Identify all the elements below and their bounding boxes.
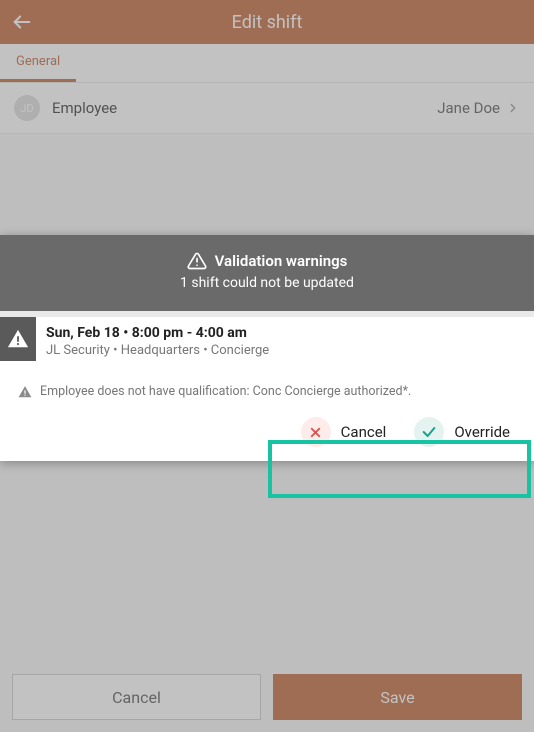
check-icon (421, 424, 437, 440)
modal-header: Validation warnings 1 shift could not be… (0, 235, 534, 311)
shift-subtitle: JL Security • Headquarters • Concierge (46, 343, 269, 358)
app-root: Edit shift General JD Employee Jane Doe … (0, 0, 534, 732)
warning-triangle-icon (7, 328, 29, 350)
override-icon-circle (414, 417, 444, 447)
modal-cancel-button[interactable]: Cancel (301, 417, 387, 447)
shift-row: Sun, Feb 18 • 8:00 pm - 4:00 am JL Secur… (0, 311, 534, 366)
modal-actions: Cancel Override (0, 407, 534, 461)
cancel-icon-circle (301, 417, 331, 447)
modal-title: Validation warnings (215, 252, 348, 270)
modal-override-label: Override (454, 423, 510, 441)
warning-text: Employee does not have qualification: Co… (40, 384, 411, 399)
shift-title: Sun, Feb 18 • 8:00 pm - 4:00 am (46, 325, 269, 341)
x-icon (308, 425, 323, 440)
warning-triangle-icon (187, 251, 207, 271)
shift-warning-badge (0, 317, 36, 361)
warning-triangle-icon (18, 385, 32, 399)
warning-line: Employee does not have qualification: Co… (0, 366, 534, 407)
modal-subtitle: 1 shift could not be updated (10, 275, 524, 291)
modal-cancel-label: Cancel (341, 423, 387, 441)
validation-modal: Validation warnings 1 shift could not be… (0, 235, 534, 461)
modal-override-button[interactable]: Override (414, 417, 510, 447)
